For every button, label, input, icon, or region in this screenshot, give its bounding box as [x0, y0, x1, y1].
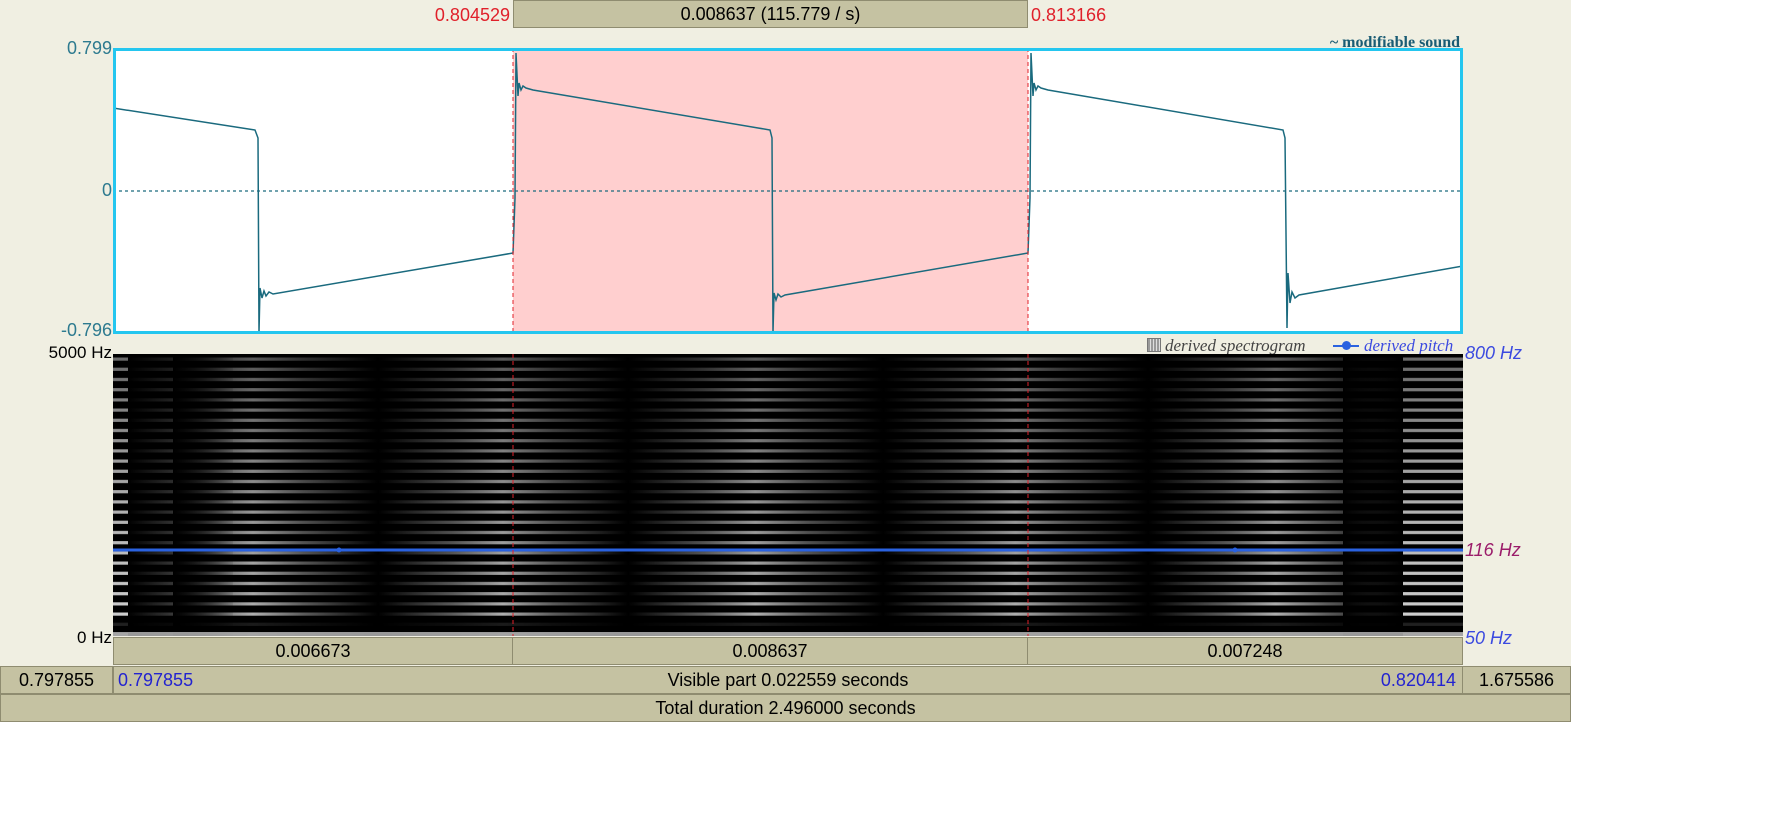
spectrogram-mask-8	[113, 354, 1463, 636]
legend-derived-pitch: derived pitch	[1364, 336, 1454, 355]
pitch-point	[1232, 547, 1238, 553]
window-bottom-margin	[0, 722, 1571, 816]
segment-left-bar[interactable]: 0.006673	[113, 637, 513, 665]
spectrogram-ymin-label: 0 Hz	[77, 628, 112, 647]
window-right-margin	[1571, 0, 1771, 816]
spectrogram-baseline	[113, 632, 1463, 636]
selection-duration-bar[interactable]: 0.008637 (115.779 / s)	[513, 0, 1028, 28]
visible-start-time: 0.797855	[118, 670, 194, 690]
pitch-value-label: 116 Hz	[1465, 540, 1521, 560]
segment-right-bar[interactable]: 0.007248	[1027, 637, 1463, 665]
visible-end-time: 0.820414	[1380, 670, 1456, 690]
waveform-selection-highlight	[513, 48, 1028, 334]
spectrogram-legend-swatch-icon	[1147, 338, 1161, 352]
pitch-axis-min-label: 50 Hz	[1465, 628, 1513, 648]
pitch-legend-icon	[1333, 341, 1359, 350]
visible-outer-left-bar[interactable]: 0.797855	[0, 666, 113, 694]
pitch-point	[336, 547, 342, 553]
selection-end-time: 0.813166	[1031, 5, 1107, 25]
spectrogram-panel[interactable]	[113, 354, 1463, 636]
waveform-panel[interactable]	[113, 48, 1463, 334]
selection-start-time: 0.804529	[434, 5, 510, 25]
waveform-ymin-label: -0.796	[60, 320, 112, 340]
spectrogram-ymax-label: 5000 Hz	[48, 343, 112, 362]
visible-part-bar[interactable]: 0.797855 Visible part 0.022559 seconds 0…	[113, 666, 1463, 694]
pitch-axis-max-label: 800 Hz	[1465, 343, 1523, 363]
waveform-zero-label: 0	[101, 180, 112, 200]
visible-part-label: Visible part 0.022559 seconds	[667, 669, 909, 690]
segment-mid-bar[interactable]: 0.008637	[512, 637, 1028, 665]
waveform-ymax-label: 0.799	[66, 38, 112, 58]
visible-outer-right-bar[interactable]: 1.675586	[1462, 666, 1571, 694]
legend-derived-spectrogram: derived spectrogram	[1165, 336, 1306, 355]
modifiable-sound-label: ~ modifiable sound	[1329, 34, 1460, 51]
total-duration-bar[interactable]: Total duration 2.496000 seconds	[0, 694, 1571, 722]
